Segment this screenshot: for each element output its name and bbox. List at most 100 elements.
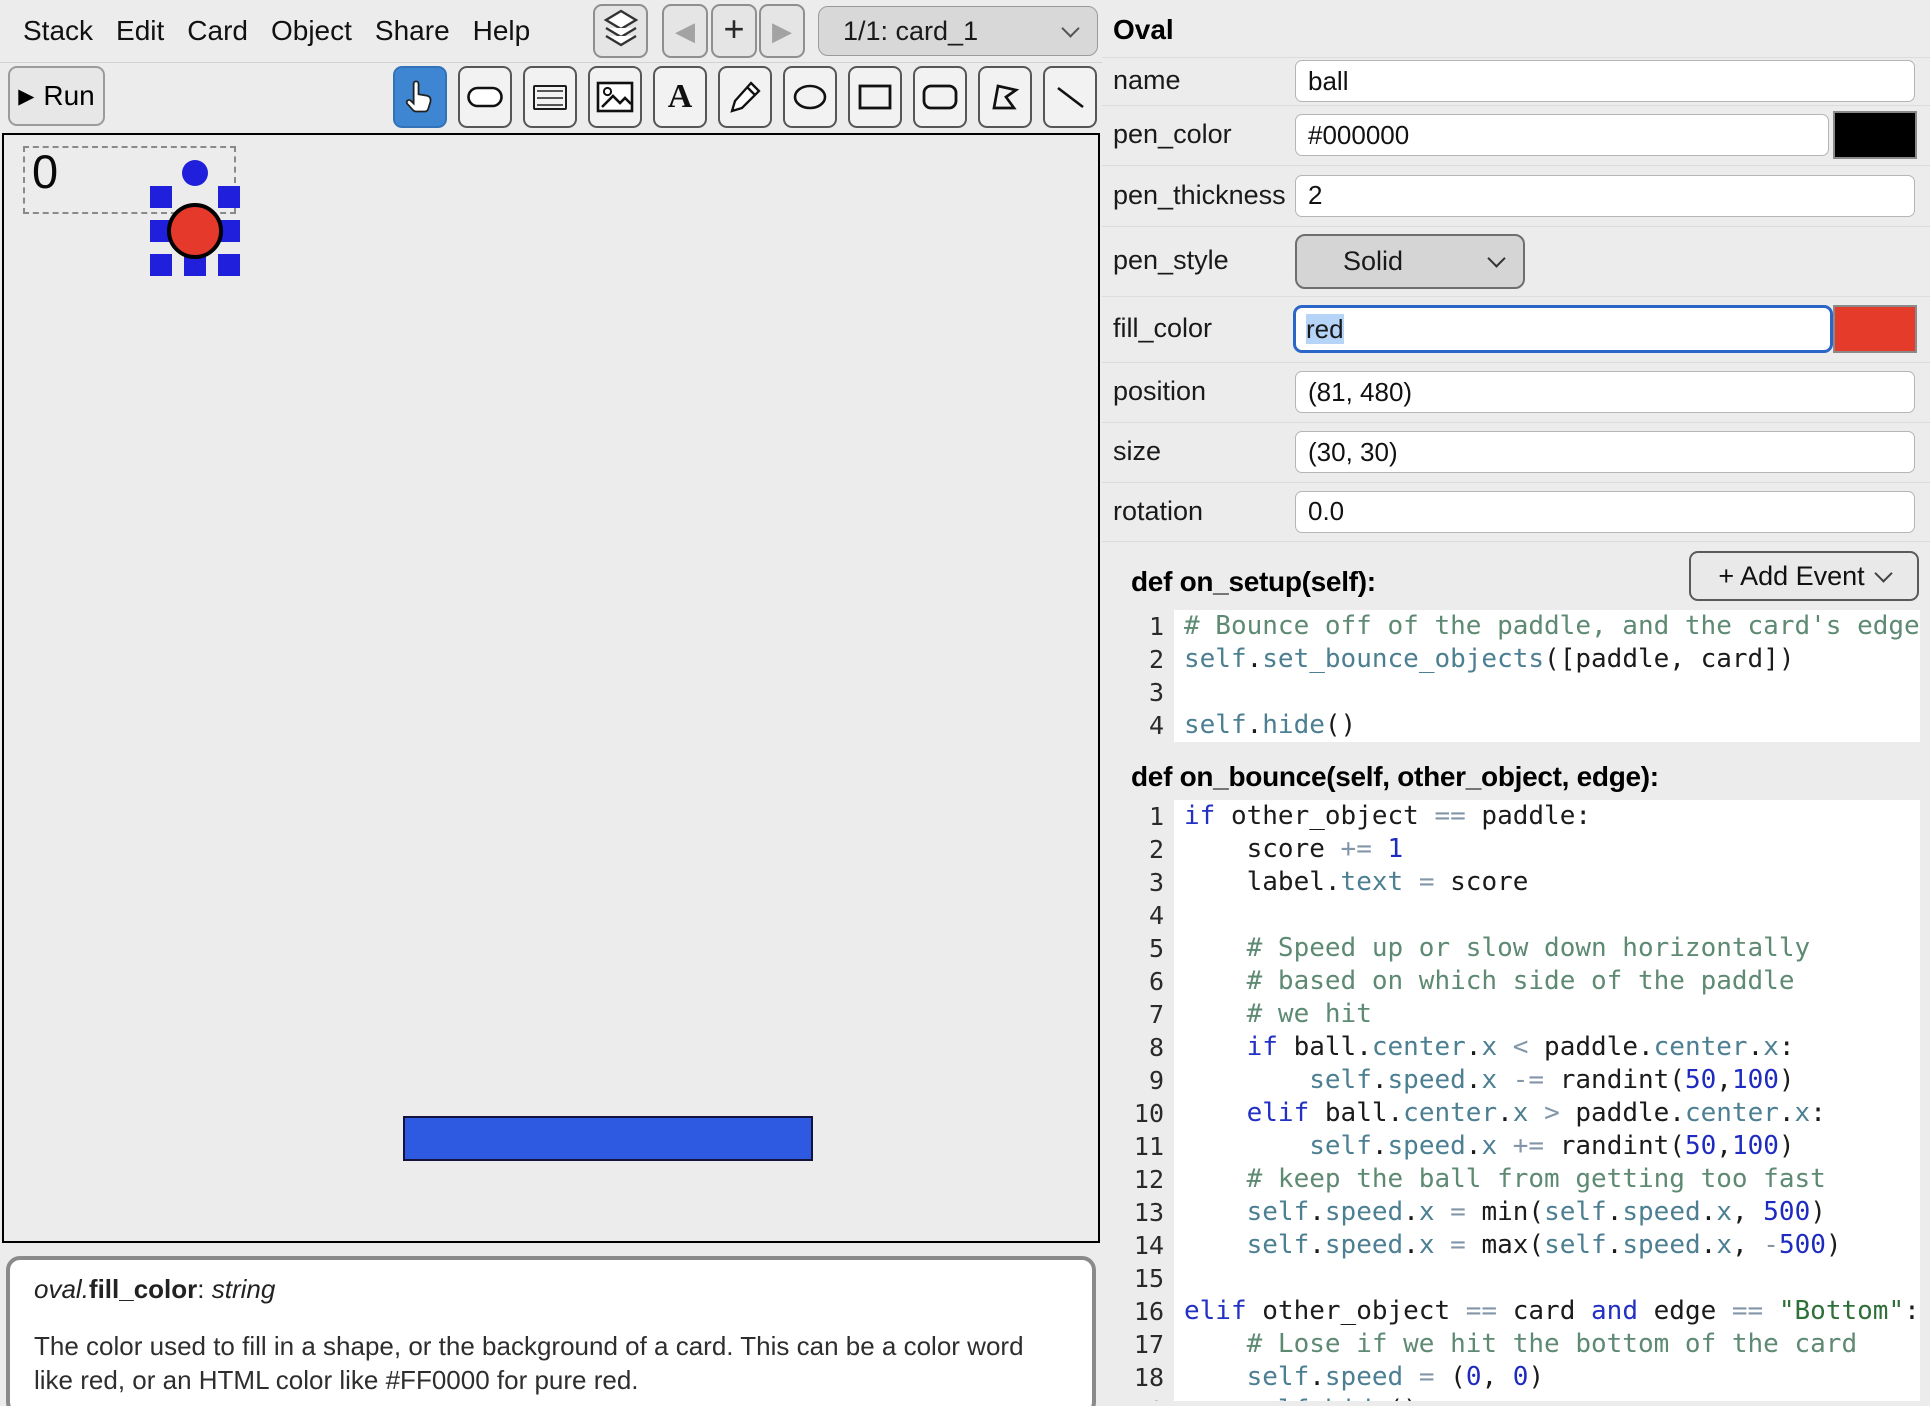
menu-item-stack[interactable]: Stack (23, 15, 93, 47)
menu-item-help[interactable]: Help (473, 15, 531, 47)
line-number: 2 (1128, 835, 1174, 864)
tool-image-button[interactable] (588, 66, 642, 128)
line-number: 12 (1128, 1165, 1174, 1194)
line-text: elif other_object == card and edge == "B… (1174, 1295, 1920, 1328)
property-description: The color used to fill in a shape, or th… (34, 1329, 1064, 1397)
inspector-object-type: Oval (1113, 14, 1174, 46)
add-event-button[interactable]: + Add Event (1689, 551, 1919, 601)
line-text: self.set_bounce_objects([paddle, card]) (1174, 643, 1920, 676)
menu-item-edit[interactable]: Edit (116, 15, 164, 47)
tool-roundrect-button[interactable] (913, 66, 967, 128)
line-text: # based on which side of the paddle (1174, 965, 1920, 998)
next-card-button[interactable]: ▶ (759, 4, 805, 58)
code-line: 2self.set_bounce_objects([paddle, card]) (1128, 643, 1920, 676)
tool-hand-button[interactable] (393, 66, 447, 128)
code-line: 2 score += 1 (1128, 833, 1920, 866)
polygon-icon (988, 81, 1022, 113)
rotation-handle[interactable] (182, 160, 208, 186)
event-header: def on_setup(self): (1131, 566, 1376, 598)
resize-handle[interactable] (218, 186, 240, 208)
oval-icon (791, 82, 829, 112)
help-type: string (212, 1274, 276, 1304)
property-input-fill_color[interactable]: red (1293, 305, 1833, 353)
play-icon: ▶ (18, 86, 34, 107)
code-line: 3 (1128, 676, 1920, 709)
tool-polygon-button[interactable] (978, 66, 1032, 128)
line-number: 11 (1128, 1132, 1174, 1161)
line-number: 3 (1128, 678, 1174, 707)
ball-oval[interactable] (167, 203, 223, 259)
code-editor[interactable]: 1if other_object == paddle:2 score += 13… (1128, 800, 1920, 1401)
line-number: 1 (1128, 612, 1174, 641)
select-value: Solid (1343, 246, 1490, 277)
color-swatch-fill_color[interactable] (1833, 305, 1917, 353)
property-input-pen_color[interactable]: #000000 (1295, 114, 1829, 156)
cardstock-designer-window: Stack Edit Card Object Share Help ◀ + ▶ 1/1: … (0, 0, 1930, 1406)
rect-icon (857, 83, 893, 111)
right-arrow-icon: ▶ (772, 18, 792, 44)
code-line: 15 (1128, 1262, 1920, 1295)
chevron-down-icon (1487, 249, 1505, 267)
property-select-pen_style[interactable]: Solid (1295, 234, 1525, 289)
line-text: self.speed.x = min(self.speed.x, 500) (1174, 1196, 1920, 1229)
code-editor[interactable]: 1# Bounce off of the paddle, and the car… (1128, 610, 1920, 748)
layers-button[interactable] (593, 4, 648, 58)
property-input-name[interactable]: ball (1295, 60, 1915, 102)
property-signature: oval.fill_color: string (34, 1274, 1068, 1305)
code-line: 7 # we hit (1128, 998, 1920, 1031)
tool-pencil-button[interactable] (718, 66, 772, 128)
tool-line-button[interactable] (1043, 66, 1097, 128)
property-label-size: size (1113, 436, 1161, 467)
image-icon (596, 81, 634, 113)
chevron-down-icon (1061, 19, 1079, 37)
tool-button-button[interactable] (458, 66, 512, 128)
line-number: 4 (1128, 901, 1174, 930)
resize-handle[interactable] (218, 254, 240, 276)
color-swatch-pen_color[interactable] (1833, 111, 1917, 159)
line-text: self.speed = (0, 0) (1174, 1361, 1920, 1394)
property-label-pen_thickness: pen_thickness (1113, 180, 1286, 211)
tool-label-button[interactable]: A (653, 66, 707, 128)
line-number: 13 (1128, 1198, 1174, 1227)
menu-item-card[interactable]: Card (187, 15, 248, 47)
tool-field-button[interactable] (523, 66, 577, 128)
tool-oval-button[interactable] (783, 66, 837, 128)
resize-handle[interactable] (150, 186, 172, 208)
prev-card-button[interactable]: ◀ (662, 4, 708, 58)
resize-handle[interactable] (150, 254, 172, 276)
button-icon (466, 83, 504, 111)
line-number: 15 (1128, 1264, 1174, 1293)
menu-item-object[interactable]: Object (271, 15, 352, 47)
card-selector-dropdown[interactable]: 1/1: card_1 (818, 6, 1098, 56)
menubar-divider (0, 62, 1102, 63)
code-line: 12 # keep the ball from getting too fast (1128, 1163, 1920, 1196)
code-line: 13 self.speed.x = min(self.speed.x, 500) (1128, 1196, 1920, 1229)
code-line: 4 (1128, 899, 1920, 932)
property-input-position[interactable]: (81, 480) (1295, 371, 1915, 413)
property-label-fill_color: fill_color (1113, 313, 1212, 344)
run-button[interactable]: ▶ Run (8, 66, 105, 126)
line-text (1174, 899, 1920, 932)
line-text: self.hide() (1174, 1394, 1920, 1401)
add-card-button[interactable]: + (711, 4, 757, 58)
line-icon (1053, 82, 1087, 112)
row-separator (1102, 226, 1930, 227)
help-property-name: fill_color (89, 1274, 197, 1304)
code-line: 18 self.speed = (0, 0) (1128, 1361, 1920, 1394)
tool-rect-button[interactable] (848, 66, 902, 128)
property-input-rotation[interactable]: 0.0 (1295, 491, 1915, 533)
menu-item-share[interactable]: Share (375, 15, 450, 47)
line-number: 17 (1128, 1330, 1174, 1359)
code-line: 6 # based on which side of the paddle (1128, 965, 1920, 998)
line-number: 3 (1128, 868, 1174, 897)
property-label-pen_color: pen_color (1113, 119, 1232, 150)
code-line: 10 elif ball.center.x > paddle.center.x: (1128, 1097, 1920, 1130)
property-input-size[interactable]: (30, 30) (1295, 431, 1915, 473)
plus-icon: + (723, 11, 744, 47)
line-number: 10 (1128, 1099, 1174, 1128)
line-number: 18 (1128, 1363, 1174, 1392)
property-input-pen_thickness[interactable]: 2 (1295, 175, 1915, 217)
card-canvas[interactable] (2, 133, 1100, 1243)
line-text: self.speed.x += randint(50,100) (1174, 1130, 1920, 1163)
paddle-rect[interactable] (403, 1116, 813, 1161)
